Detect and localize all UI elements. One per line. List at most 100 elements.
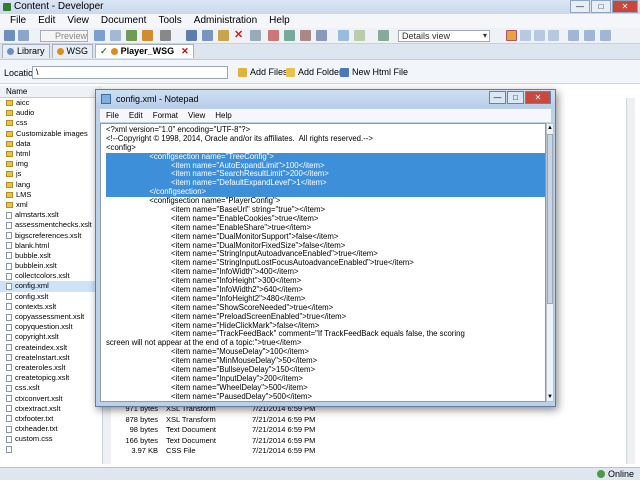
outline-icon[interactable] (268, 30, 279, 41)
new-html-file-button[interactable]: New Html File (340, 66, 408, 78)
tree-file-item[interactable]: custom.css (0, 434, 102, 444)
tree-file-item[interactable]: bubblein.xslt (0, 261, 102, 271)
layout-1-icon[interactable] (506, 30, 517, 41)
view-select[interactable]: Details view (398, 30, 490, 42)
tree-file-item[interactable]: createindex.xslt (0, 343, 102, 353)
tree-file-item[interactable]: ctxfooter.txt (0, 414, 102, 424)
file-detail-row[interactable]: 166 bytes Text Document 7/21/2014 6:59 PM (112, 436, 632, 447)
scroll-thumb[interactable] (547, 134, 553, 304)
checkin-icon[interactable] (126, 30, 137, 41)
menu-edit[interactable]: Edit (38, 14, 55, 28)
window-titlebar[interactable]: Content - Developer — □ ✕ (0, 0, 640, 14)
tab-player-wsg[interactable]: ✓ Player_WSG ✕ (95, 44, 194, 58)
tree-folder-item[interactable]: Customizable images (0, 129, 102, 139)
tree-file-item[interactable]: ctxconvert.xslt (0, 393, 102, 403)
tree-file-item[interactable]: copyquestion.xslt (0, 322, 102, 332)
tree-folder-item[interactable]: LMS (0, 190, 102, 200)
file-detail-row[interactable]: 98 bytes Text Document 7/21/2014 6:59 PM (112, 425, 632, 436)
tree-folder-item[interactable]: data (0, 139, 102, 149)
add-folder-button[interactable]: Add Folder (286, 66, 342, 78)
print-icon[interactable] (110, 30, 121, 41)
details-icon[interactable] (378, 30, 389, 41)
menu-administration[interactable]: Administration (194, 14, 257, 28)
menu-help[interactable]: Help (269, 14, 290, 28)
menu-tools[interactable]: Tools (158, 14, 181, 28)
minimize-button[interactable]: — (570, 0, 590, 13)
refresh-icon[interactable] (354, 30, 365, 41)
layout-2-icon[interactable] (520, 30, 531, 41)
tree-file-item[interactable]: css.xslt (0, 383, 102, 393)
menu-document[interactable]: Document (101, 14, 147, 28)
tab-wsg[interactable]: WSG (51, 44, 94, 58)
notepad-maximize-button[interactable]: □ (507, 91, 524, 104)
list-scrollbar[interactable] (626, 98, 635, 464)
menu-file[interactable]: File (10, 14, 26, 28)
tree-file-item[interactable]: assessmentchecks.xslt (0, 220, 102, 230)
find-icon[interactable] (316, 30, 327, 41)
tree-folder-item[interactable]: xml (0, 200, 102, 210)
column-header-name[interactable]: Name (0, 86, 102, 98)
tree-file-item[interactable]: contexts.xslt (0, 302, 102, 312)
notepad-scrollbar[interactable]: ▲ ▼ (546, 123, 554, 402)
notepad-menu-help[interactable]: Help (215, 109, 231, 122)
notepad-menu-format[interactable]: Format (153, 109, 178, 122)
tree-folder-item[interactable]: css (0, 118, 102, 128)
tree-file-item[interactable]: blank.html (0, 241, 102, 251)
tree-file-item[interactable]: collectcolors.xslt (0, 271, 102, 281)
tree-file-item[interactable]: copyassessment.xslt (0, 312, 102, 322)
cut-icon[interactable] (186, 30, 197, 41)
close-button[interactable]: ✕ (612, 0, 638, 13)
tab-library[interactable]: Library (2, 44, 50, 58)
scroll-down-icon[interactable]: ▼ (547, 393, 553, 401)
tree-folder-item[interactable]: js (0, 169, 102, 179)
scroll-up-icon[interactable]: ▲ (547, 124, 553, 132)
forward-icon[interactable] (18, 30, 29, 41)
filter-icon[interactable] (300, 30, 311, 41)
add-files-button[interactable]: Add Files (238, 66, 288, 78)
tree-file-item[interactable]: createtopicg.xslt (0, 373, 102, 383)
relationships-icon[interactable] (284, 30, 295, 41)
tree-folder-item[interactable]: html (0, 149, 102, 159)
tree-file-item[interactable]: config.xslt (0, 292, 102, 302)
layout-3-icon[interactable] (534, 30, 545, 41)
checkout-icon[interactable] (142, 30, 153, 41)
file-detail-row[interactable]: 878 bytes XSL Transform 7/21/2014 6:59 PM (112, 415, 632, 426)
paste-icon[interactable] (218, 30, 229, 41)
back-icon[interactable] (4, 30, 15, 41)
tree-file-item[interactable]: bigscreferences.xslt (0, 230, 102, 240)
file-detail-row[interactable]: 3.97 KB CSS File 7/21/2014 6:59 PM (112, 446, 632, 457)
tree-file-item[interactable]: almstarts.xslt (0, 210, 102, 220)
pane-2-icon[interactable] (584, 30, 595, 41)
properties-icon[interactable] (250, 30, 261, 41)
tree-file-item[interactable] (0, 444, 102, 454)
layout-4-icon[interactable] (548, 30, 559, 41)
maximize-button[interactable]: □ (591, 0, 611, 13)
link-icon[interactable] (160, 30, 171, 41)
tree-file-item[interactable]: ctxextract.xslt (0, 404, 102, 414)
tree-file-item[interactable]: createlnstart.xslt (0, 353, 102, 363)
tree-folder-item[interactable]: img (0, 159, 102, 169)
notepad-text-area[interactable]: <?xml version="1.0" encoding="UTF-8"?> <!… (100, 123, 546, 402)
tree-file-item[interactable]: ctxheader.txt (0, 424, 102, 434)
tree-folder-item[interactable]: lang (0, 180, 102, 190)
tree-folder-item[interactable]: audio (0, 108, 102, 118)
tree-file-item[interactable]: bubble.xslt (0, 251, 102, 261)
save-icon[interactable] (94, 30, 105, 41)
location-input[interactable]: \ (32, 66, 228, 79)
notepad-menu-edit[interactable]: Edit (129, 109, 143, 122)
notepad-titlebar[interactable]: config.xml - Notepad — □ ✕ (96, 90, 555, 108)
close-tab-icon[interactable]: ✕ (181, 45, 189, 58)
menu-view[interactable]: View (67, 14, 89, 28)
notepad-close-button[interactable]: ✕ (525, 91, 551, 104)
tree-file-item[interactable]: copyright.xslt (0, 332, 102, 342)
preview-button[interactable]: Preview (40, 30, 88, 42)
view-icon[interactable] (338, 30, 349, 41)
notepad-menu-view[interactable]: View (188, 109, 205, 122)
delete-icon[interactable]: ✕ (234, 30, 245, 41)
copy-icon[interactable] (202, 30, 213, 41)
tree-folder-item[interactable]: aicc (0, 98, 102, 108)
pane-3-icon[interactable] (600, 30, 611, 41)
tree-file-item[interactable]: createroles.xslt (0, 363, 102, 373)
notepad-menu-file[interactable]: File (106, 109, 119, 122)
notepad-window[interactable]: config.xml - Notepad — □ ✕ File Edit For… (95, 89, 556, 407)
